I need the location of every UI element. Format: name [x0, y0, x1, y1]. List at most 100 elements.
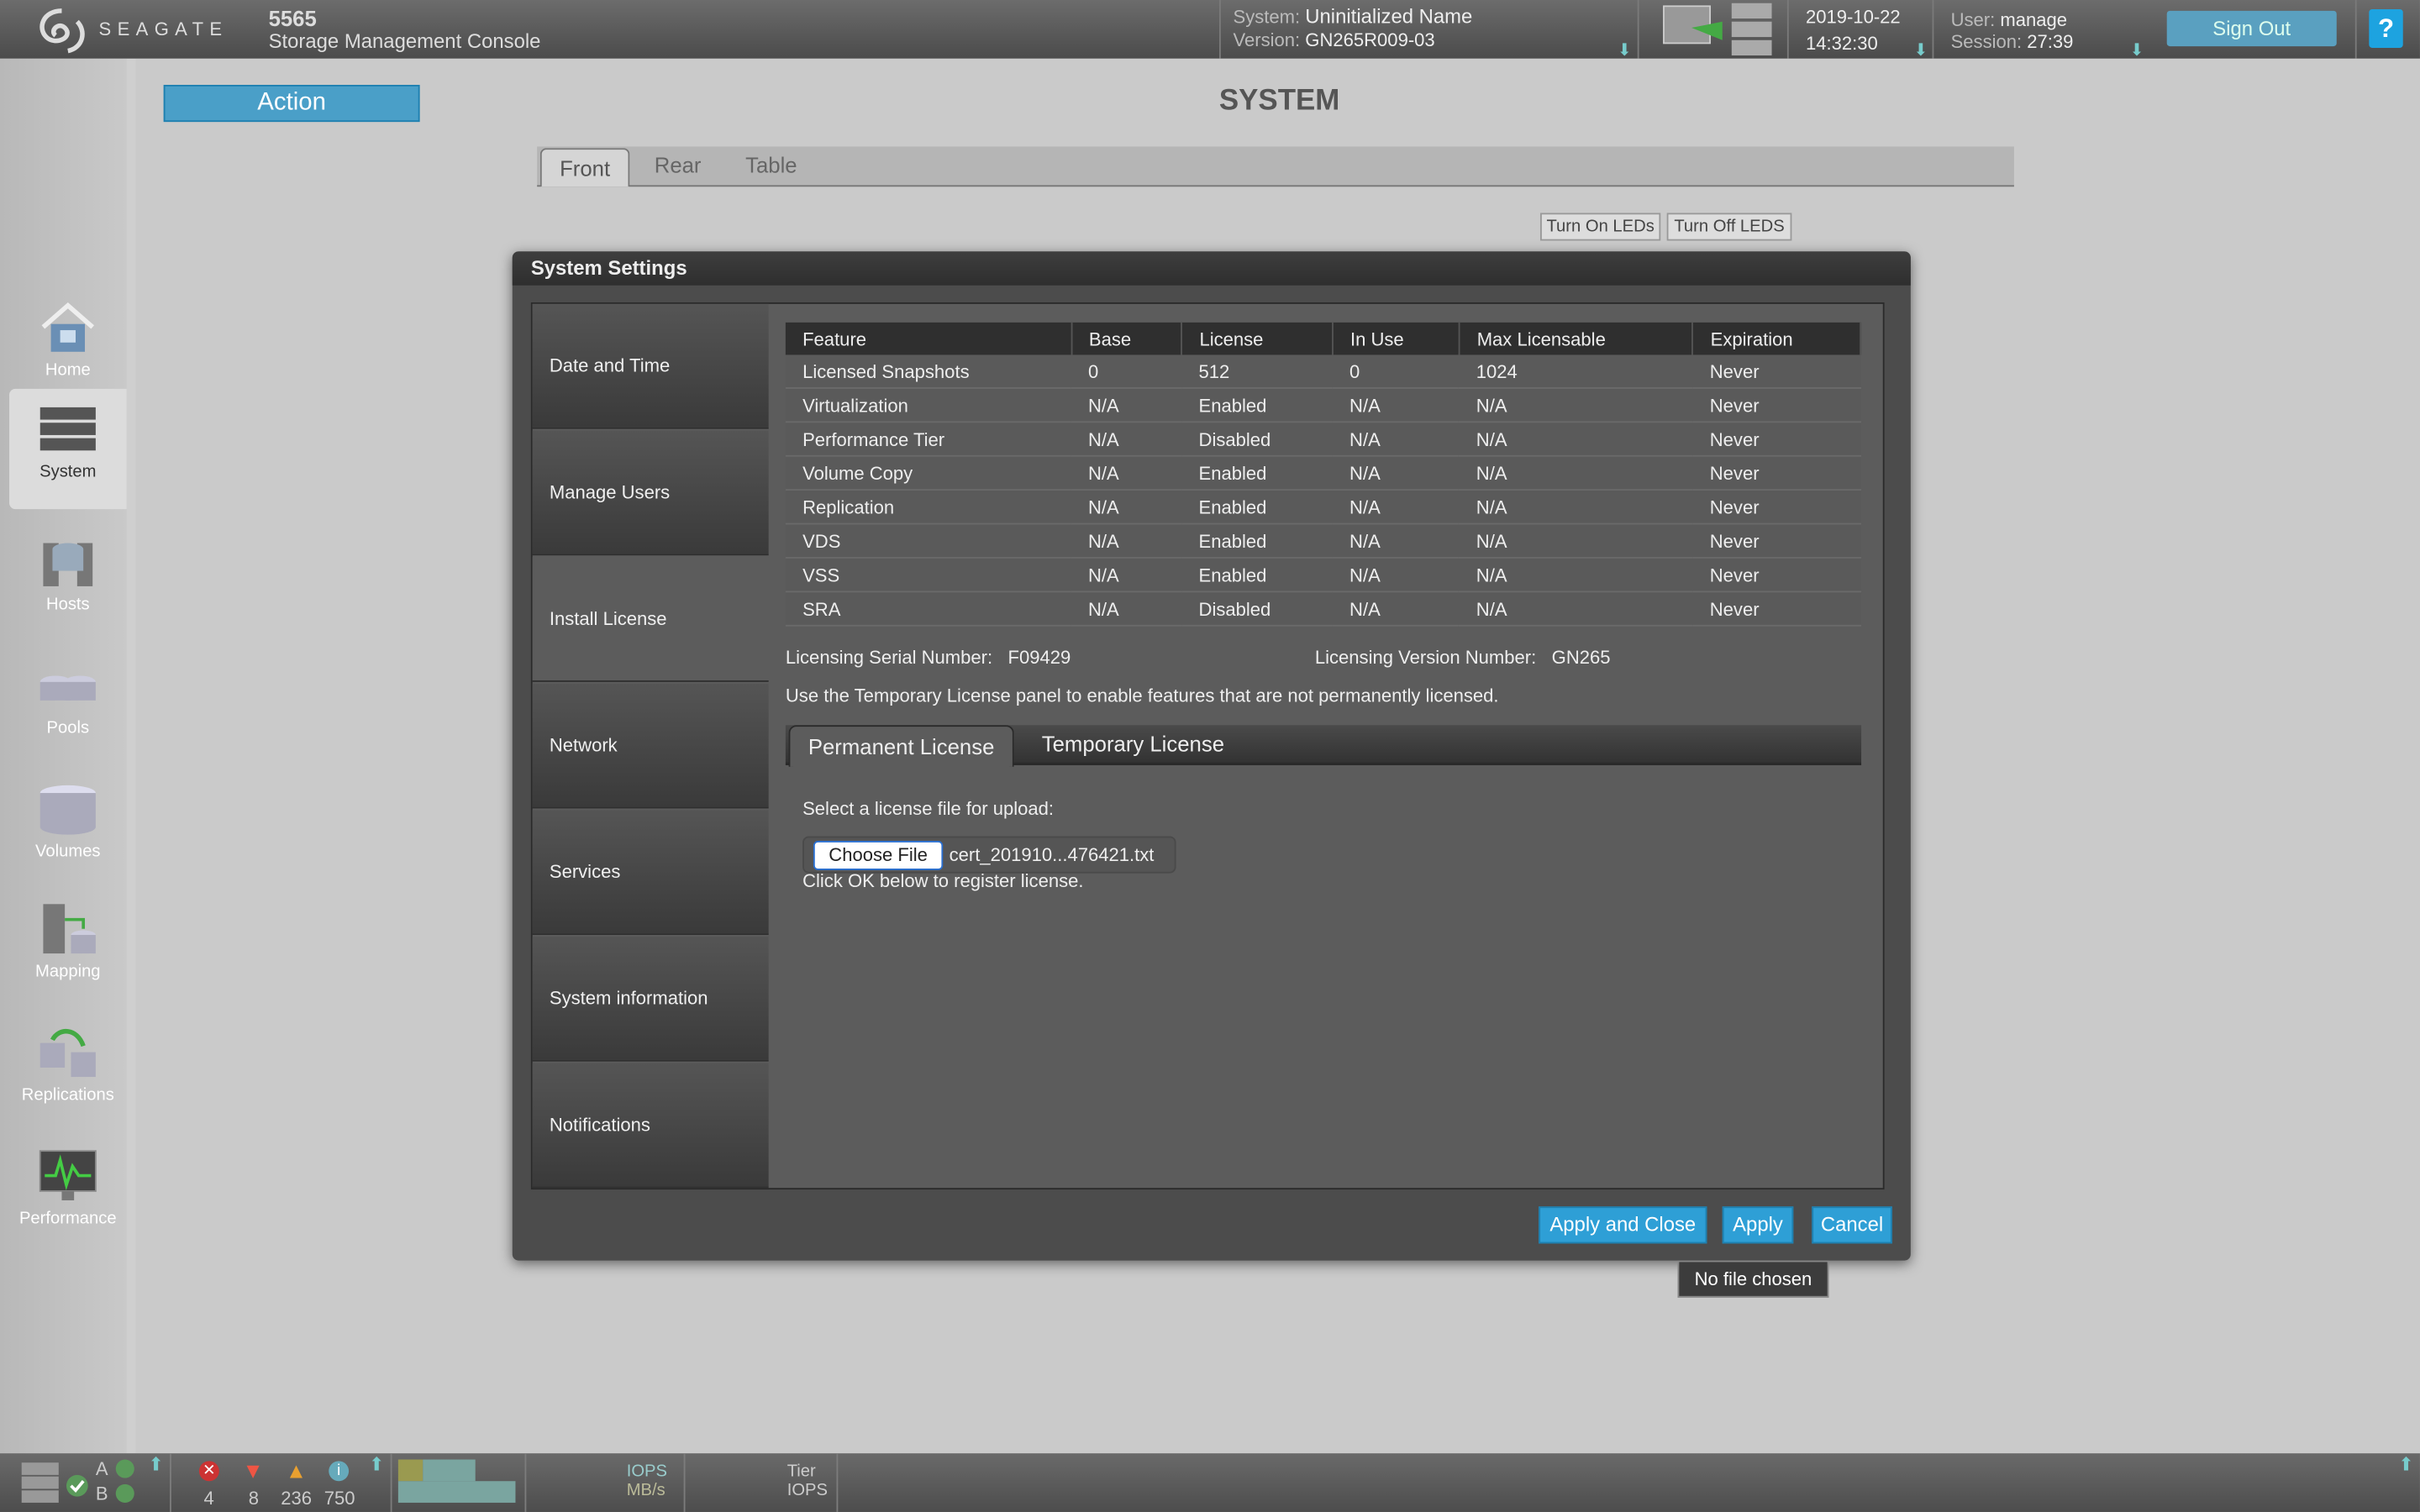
status-bar: A B ⬆ ✕ ▼ ▲ i 4 8 236 750 ⬆ IOPS MB/s Ti… — [0, 1453, 2420, 1512]
cancel-button[interactable]: Cancel — [1812, 1206, 1892, 1244]
sidebar-item-home[interactable]: Home — [9, 287, 127, 405]
user-value: manage — [2000, 9, 2068, 31]
sidebar-item-label: Pools — [46, 718, 90, 738]
tab-temporary-license[interactable]: Temporary License — [1042, 732, 1224, 756]
sidebar-item-replications[interactable]: Replications — [9, 1012, 127, 1130]
sidebar: Home System Hosts Pools Volumes Mapping … — [0, 58, 136, 1454]
table-cell: N/A — [1459, 387, 1693, 423]
version-number: Licensing Version Number: GN265 — [1315, 647, 1611, 669]
sidebar-item-pools[interactable]: Pools — [9, 645, 127, 763]
system-settings-dialog: System Settings Date and Time Manage User… — [512, 251, 1911, 1261]
column-header[interactable]: Max Licensable — [1459, 322, 1694, 355]
enclosure-status-icon[interactable] — [18, 1460, 92, 1506]
settings-nav-item[interactable]: Notifications — [532, 1063, 769, 1189]
table-row: Virtualization N/A Enabled N/A N/A Never — [785, 387, 1861, 423]
table-cell: N/A — [1071, 387, 1182, 423]
table-cell: N/A — [1332, 557, 1460, 593]
expand-arrow-icon[interactable]: ⬇ — [2130, 40, 2144, 60]
tab-table[interactable]: Table — [745, 153, 797, 177]
column-header[interactable]: Base — [1071, 322, 1183, 355]
license-table-wrap: Feature Base License In Use Max Licensable Ex… — [785, 322, 1862, 627]
table-cell: N/A — [1459, 490, 1693, 525]
expand-arrow-icon[interactable]: ⬇ — [1618, 40, 1632, 60]
version: Version: GN265R009-03 — [1234, 29, 1435, 51]
error-icon[interactable]: ✕ — [198, 1461, 219, 1482]
table-cell: Enabled — [1181, 455, 1333, 491]
settings-nav-item[interactable]: Network — [532, 683, 769, 809]
volumes-icon — [39, 785, 96, 835]
table-cell: N/A — [1459, 455, 1693, 491]
iops-label: IOPS — [626, 1462, 667, 1482]
table-cell: N/A — [1459, 557, 1693, 593]
choose-file-button[interactable]: Choose File — [813, 841, 944, 870]
table-cell: VSS — [785, 557, 1071, 593]
column-header[interactable]: Expiration — [1692, 322, 1862, 355]
tab-front[interactable]: Front — [539, 148, 630, 187]
column-header[interactable]: In Use — [1332, 322, 1460, 355]
table-cell: Virtualization — [785, 387, 1071, 423]
settings-nav-item[interactable]: Install License — [532, 557, 769, 682]
sidebar-item-hosts[interactable]: Hosts — [9, 522, 127, 639]
column-header[interactable]: License — [1181, 322, 1334, 355]
sidebar-item-label: Home — [45, 360, 91, 380]
sidebar-item-label: Volumes — [35, 842, 101, 861]
version-label: Version: — [1233, 29, 1301, 51]
table-row: Volume Copy N/A Enabled N/A N/A Never — [785, 455, 1861, 491]
apply-button[interactable]: Apply — [1722, 1206, 1794, 1244]
table-cell: N/A — [1332, 455, 1460, 491]
system-name: System: Uninitialized Name — [1234, 5, 1473, 29]
license-tabs: Permanent License Temporary License — [785, 725, 1862, 767]
sidebar-item-label: System — [39, 463, 97, 482]
tab-rear[interactable]: Rear — [655, 153, 702, 177]
sidebar-item-volumes[interactable]: Volumes — [9, 769, 127, 886]
table-cell: N/A — [1071, 422, 1182, 457]
license-note: Use the Temporary License panel to enabl… — [785, 685, 1499, 707]
sidebar-item-mapping[interactable]: Mapping — [9, 889, 127, 1006]
table-cell: Enabled — [1181, 387, 1333, 423]
connection-status-icon[interactable] — [1660, 3, 1775, 56]
help-button[interactable]: ? — [2369, 9, 2403, 48]
sign-out-button[interactable]: Sign Out — [2166, 10, 2337, 47]
table-cell: Never — [1692, 490, 1861, 525]
expand-arrow-icon[interactable]: ⬆ — [2398, 1453, 2413, 1475]
time: 14:32:30 — [1805, 32, 1878, 55]
capacity-bar[interactable] — [397, 1459, 516, 1503]
table-cell: Never — [1692, 422, 1861, 457]
table-cell: N/A — [1071, 523, 1182, 559]
sidebar-item-system[interactable]: System — [9, 388, 127, 510]
expand-arrow-icon[interactable]: ⬆ — [148, 1453, 163, 1475]
settings-nav-item[interactable]: System information — [532, 936, 769, 1062]
table-cell: Never — [1692, 354, 1861, 389]
date: 2019-10-22 — [1805, 6, 1901, 29]
info-icon[interactable]: i — [329, 1461, 350, 1482]
table-cell: N/A — [1332, 422, 1460, 457]
turn-on-leds-button[interactable]: Turn On LEDs — [1540, 213, 1661, 241]
expand-arrow-icon[interactable]: ⬆ — [369, 1453, 384, 1475]
settings-nav-item[interactable]: Services — [532, 810, 769, 936]
top-bar: SEAGATE 5565 Storage Management Console … — [0, 0, 2420, 60]
table-cell: Volume Copy — [785, 455, 1071, 491]
table-row: SRA N/A Disabled N/A N/A Never — [785, 591, 1861, 627]
table-cell: N/A — [1071, 455, 1182, 491]
critical-icon[interactable]: ▼ — [242, 1458, 263, 1483]
settings-nav-item[interactable]: Manage Users — [532, 430, 769, 556]
apply-and-close-button[interactable]: Apply and Close — [1539, 1206, 1707, 1244]
tier-label: Tier — [786, 1462, 816, 1482]
table-cell: 0 — [1071, 354, 1182, 389]
settings-nav-item[interactable]: Date and Time — [532, 303, 769, 429]
expand-arrow-icon[interactable]: ⬇ — [1914, 40, 1928, 60]
sidebar-item-performance[interactable]: Performance — [9, 1136, 127, 1253]
turn-off-leds-button[interactable]: Turn Off LEDS — [1666, 213, 1792, 241]
table-cell: 1024 — [1459, 354, 1693, 389]
serial-value: F09429 — [1007, 646, 1071, 669]
action-button[interactable]: Action — [163, 85, 420, 123]
sidebar-item-label: Performance — [18, 1209, 117, 1229]
column-header[interactable]: Feature — [785, 322, 1072, 355]
file-input[interactable]: Choose File cert_201910...476421.txt — [802, 836, 1176, 874]
tab-permanent-license[interactable]: Permanent License — [788, 725, 1014, 767]
warning-icon[interactable]: ▲ — [286, 1458, 307, 1483]
table-cell: N/A — [1459, 422, 1693, 457]
system-icon — [39, 407, 96, 451]
dialog-body: Date and Time Manage Users Install License… — [530, 302, 1885, 1190]
table-cell: N/A — [1071, 490, 1182, 525]
